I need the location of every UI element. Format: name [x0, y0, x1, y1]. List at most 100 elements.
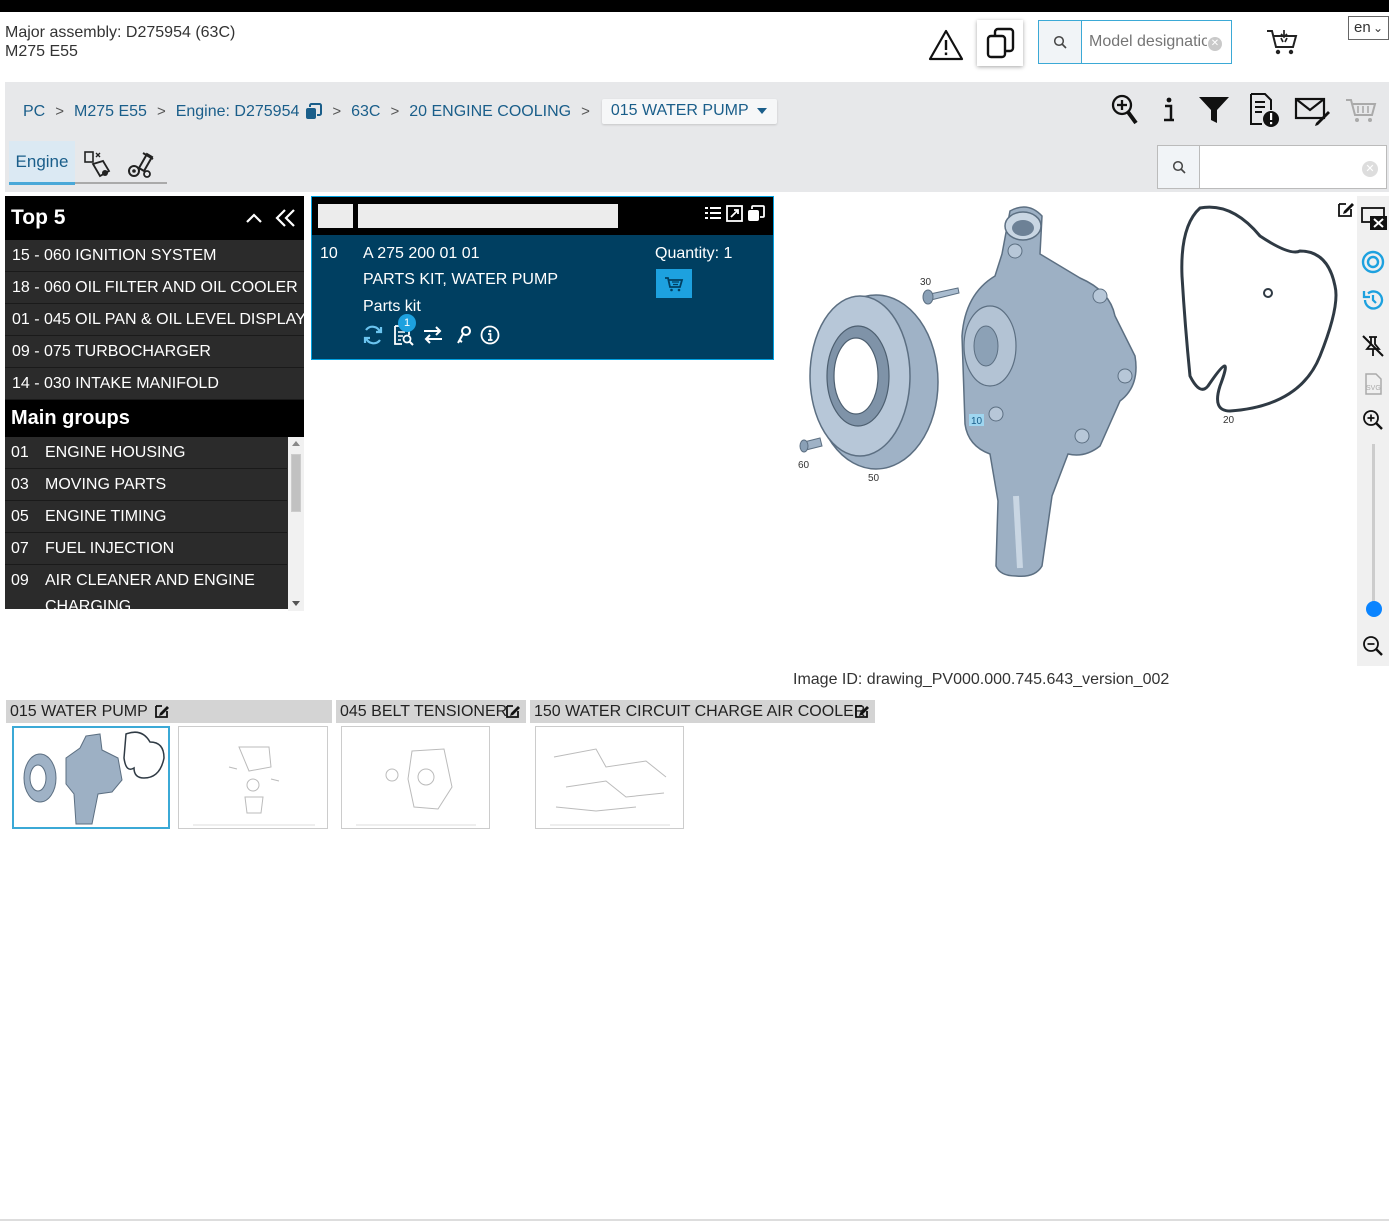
pulley-part[interactable]	[809, 294, 939, 470]
breadcrumb-item-pc[interactable]: PC	[23, 103, 45, 121]
part-quantity: Quantity: 1	[655, 245, 733, 262]
group-label: FUEL INJECTION	[45, 540, 175, 557]
callout-10[interactable]: 10	[971, 416, 983, 427]
breadcrumb-separator: >	[581, 103, 590, 120]
zoom-slider-track[interactable]	[1372, 444, 1375, 609]
thumbnail-belt-tensioner[interactable]	[341, 726, 490, 829]
zoom-in-icon[interactable]	[1110, 93, 1140, 127]
thumbnail-water-circuit[interactable]	[535, 726, 684, 829]
top5-item[interactable]: 15 - 060 IGNITION SYSTEM	[5, 240, 304, 272]
group-label: MOVING PARTS	[45, 476, 167, 493]
zoom-slider-knob[interactable]	[1366, 601, 1382, 617]
part-filter-input[interactable]	[358, 204, 618, 228]
clear-icon[interactable]: ✕	[1362, 161, 1378, 177]
main-group-item[interactable]: 07 FUEL INJECTION	[5, 533, 287, 565]
mail-edit-icon[interactable]	[1294, 94, 1330, 126]
callout-20[interactable]: 20	[1223, 415, 1235, 426]
water-pump-part[interactable]	[961, 206, 1137, 578]
info-circle-icon[interactable]	[480, 325, 500, 345]
cart-icon[interactable]	[1264, 26, 1300, 58]
svg-export-icon[interactable]: SVG	[1361, 372, 1385, 396]
breadcrumb-item-group[interactable]: 63C	[351, 103, 380, 121]
fluid-tools-icon[interactable]	[83, 149, 113, 179]
bolt-part[interactable]	[922, 287, 960, 305]
svg-text:SVG: SVG	[1366, 385, 1381, 392]
thumbnail-tab-label: 045 BELT TENSIONER	[340, 703, 508, 720]
thumbnail-tab-water-pump[interactable]: 015 WATER PUMP	[6, 700, 332, 723]
cart-icon	[665, 276, 684, 291]
warning-icon[interactable]	[928, 28, 964, 62]
edit-icon[interactable]	[505, 703, 521, 719]
main-group-item[interactable]: 01 ENGINE HOUSING	[5, 437, 287, 469]
language-select[interactable]: en ⌄	[1348, 16, 1389, 40]
breadcrumb-item-model[interactable]: M275 E55	[74, 103, 147, 121]
thumbnail-drawing[interactable]	[178, 726, 328, 829]
part-type: Parts kit	[363, 298, 421, 315]
document-search-icon[interactable]: 1	[392, 314, 416, 346]
callout-60[interactable]: 60	[798, 460, 810, 471]
copy-button[interactable]	[977, 20, 1023, 66]
zoom-out-icon[interactable]	[1361, 634, 1385, 658]
top5-item[interactable]: 14 - 030 INTAKE MANIFOLD	[5, 368, 304, 400]
main-group-item[interactable]: 09 AIR CLEANER AND ENGINE CHARGING	[5, 565, 287, 611]
scrollbar-thumb[interactable]	[291, 454, 301, 512]
breadcrumb-item-engine[interactable]: Engine: D275954	[176, 103, 300, 121]
target-icon[interactable]	[1361, 250, 1385, 274]
tools-icon[interactable]	[126, 149, 156, 179]
copy-icon[interactable]	[305, 103, 323, 120]
document-alert-icon[interactable]	[1248, 92, 1280, 128]
top5-item[interactable]: 09 - 075 TURBOCHARGER	[5, 336, 304, 368]
close-window-icon[interactable]	[1360, 206, 1388, 230]
main-groups-title: Main groups	[5, 400, 304, 437]
history-icon[interactable]	[1361, 288, 1385, 312]
zoom-in-icon[interactable]	[1361, 408, 1385, 432]
copy-icon	[986, 27, 1015, 59]
breadcrumb-current-dropdown[interactable]: 015 WATER PUMP	[601, 99, 777, 124]
thumbnail-tab-label: 150 WATER CIRCUIT CHARGE AIR COOLER	[534, 703, 866, 720]
clear-icon[interactable]: ✕	[1208, 37, 1222, 51]
list-icon[interactable]	[704, 205, 722, 221]
info-icon[interactable]	[1162, 95, 1176, 125]
main-group-item[interactable]: 03 MOVING PARTS	[5, 469, 287, 501]
pin-off-icon[interactable]	[1361, 334, 1385, 358]
callout-30[interactable]: 30	[920, 277, 932, 288]
filter-icon[interactable]	[1198, 95, 1230, 125]
position-filter-input[interactable]	[318, 204, 353, 228]
window-icon[interactable]	[747, 205, 765, 222]
breadcrumb-separator: >	[390, 103, 400, 120]
scrollbar[interactable]	[288, 437, 304, 611]
breadcrumb-item-subgroup[interactable]: 20 ENGINE COOLING	[409, 103, 571, 121]
top5-item[interactable]: 01 - 045 OIL PAN & OIL LEVEL DISPLAY	[5, 304, 304, 336]
edit-icon[interactable]	[854, 703, 870, 719]
search-icon[interactable]	[1039, 21, 1082, 63]
add-to-cart-button[interactable]	[656, 269, 692, 298]
thumbnail-tab-water-circuit[interactable]: 150 WATER CIRCUIT CHARGE AIR COOLER	[530, 700, 875, 723]
chevron-down-icon	[756, 107, 767, 114]
callout-50[interactable]: 50	[868, 473, 880, 484]
swap-icon[interactable]	[422, 325, 444, 345]
top-black-bar	[0, 0, 1389, 12]
edit-icon[interactable]	[154, 703, 170, 719]
breadcrumb-current-label: 015 WATER PUMP	[610, 102, 749, 119]
refresh-icon[interactable]	[362, 324, 384, 346]
parts-drawing[interactable]: 30 20 10 60 50	[780, 196, 1355, 666]
edit-icon[interactable]	[1337, 200, 1355, 218]
thumbnail-water-pump[interactable]	[12, 726, 170, 829]
parts-search-input[interactable]	[1208, 156, 1356, 178]
group-number: 01	[11, 444, 29, 461]
top5-item[interactable]: 18 - 060 OIL FILTER AND OIL COOLER	[5, 272, 304, 304]
key-icon[interactable]	[456, 325, 472, 345]
bolt-part[interactable]	[799, 437, 823, 453]
chevron-up-icon[interactable]	[245, 196, 263, 240]
scroll-up-icon[interactable]	[292, 441, 300, 446]
collapse-panel-icon[interactable]	[275, 196, 297, 240]
scroll-down-icon[interactable]	[292, 601, 300, 606]
group-label: ENGINE HOUSING	[45, 444, 186, 461]
main-group-item[interactable]: 05 ENGINE TIMING	[5, 501, 287, 533]
tab-engine[interactable]: Engine	[9, 141, 75, 185]
search-icon[interactable]	[1158, 146, 1200, 188]
expand-icon[interactable]	[726, 205, 743, 222]
gasket-part[interactable]	[1180, 205, 1338, 413]
thumbnail-tab-belt-tensioner[interactable]: 045 BELT TENSIONER	[336, 700, 526, 723]
model-search-input[interactable]	[1089, 31, 1207, 53]
